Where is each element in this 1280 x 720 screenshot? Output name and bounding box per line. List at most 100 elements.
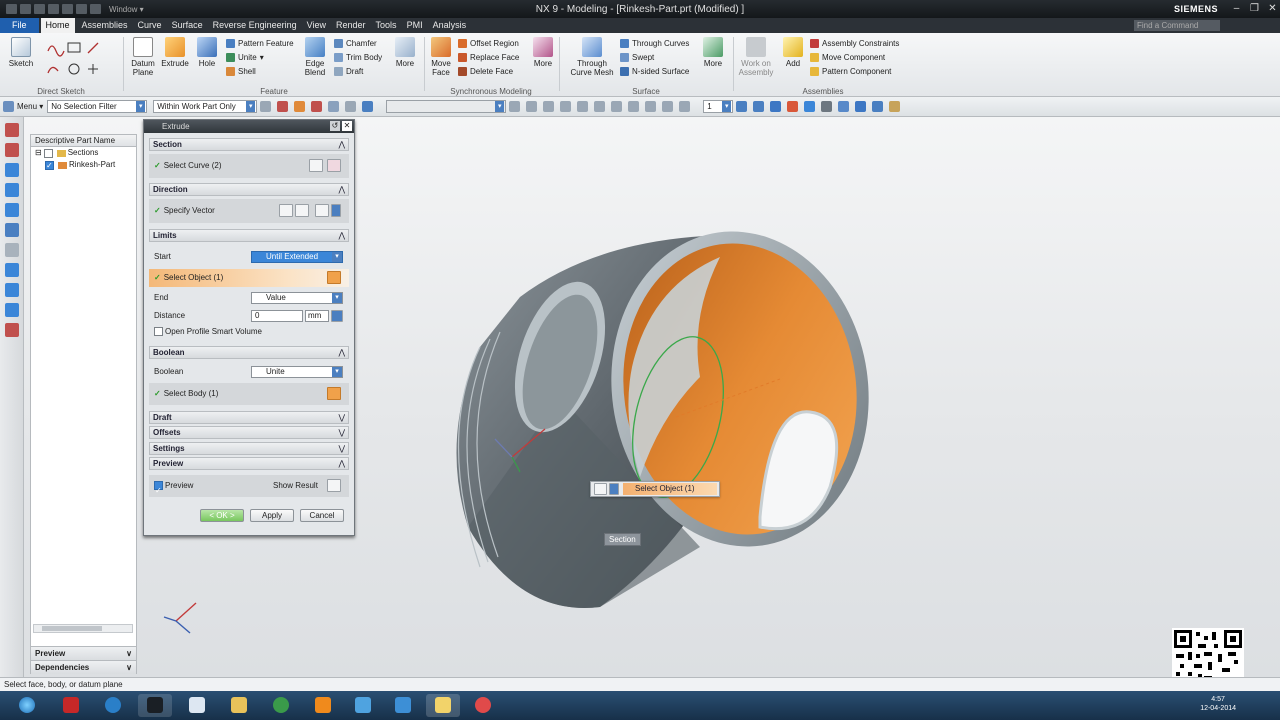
boolean-dropdown[interactable]: Unite ▾ xyxy=(251,366,343,378)
work-layer-icon[interactable] xyxy=(838,101,850,112)
snap-point-icon[interactable] xyxy=(526,101,538,112)
layer-settings-icon[interactable] xyxy=(889,101,901,112)
hole-button[interactable]: Hole xyxy=(192,37,222,68)
assembly-constraints-button[interactable]: Assembly Constraints xyxy=(810,39,899,48)
snap-point-icon[interactable] xyxy=(628,101,640,112)
select-tool-icon[interactable] xyxy=(260,101,272,112)
ok-button[interactable]: < OK > xyxy=(200,509,244,522)
menu-assemblies[interactable]: Assemblies xyxy=(77,18,133,33)
fit-view-icon[interactable] xyxy=(736,101,748,112)
taskbar-app-media[interactable] xyxy=(96,694,130,717)
select-tool-icon[interactable] xyxy=(294,101,306,112)
limits-group-header[interactable]: Limits ⋀ xyxy=(149,229,349,242)
surface-more-button[interactable]: More xyxy=(698,37,728,68)
zoom-icon[interactable] xyxy=(753,101,765,112)
sync-more-button[interactable]: More xyxy=(528,37,558,68)
tree-item-sections[interactable]: ⊟ Sections xyxy=(31,147,136,159)
select-tool-icon[interactable] xyxy=(328,101,340,112)
select-tool-icon[interactable] xyxy=(362,101,374,112)
pattern-feature-button[interactable]: Pattern Feature xyxy=(226,39,294,48)
snap-point-icon[interactable] xyxy=(679,101,691,112)
sketch-section-icon[interactable] xyxy=(327,159,341,172)
offsets-group-header[interactable]: Offsets ⋁ xyxy=(149,426,349,439)
snap-value-dropdown[interactable]: 1 xyxy=(703,100,734,113)
taskbar-app-folder[interactable] xyxy=(426,694,460,717)
start-dropdown[interactable]: Until Extended ▾ xyxy=(251,251,343,263)
select-tool-icon[interactable] xyxy=(311,101,323,112)
open-profile-row[interactable]: Open Profile Smart Volume xyxy=(149,324,349,340)
menu-analysis[interactable]: Analysis xyxy=(428,18,472,33)
menu-home[interactable]: Home xyxy=(40,18,75,33)
process-studio-icon[interactable] xyxy=(4,263,19,277)
taskbar-app-vlc[interactable] xyxy=(306,694,340,717)
select-tool-icon[interactable] xyxy=(277,101,289,112)
selection-intent-icon[interactable] xyxy=(594,483,607,495)
distance-options-icon[interactable] xyxy=(331,310,343,322)
minimize-icon[interactable]: – xyxy=(1229,2,1244,16)
wcs-icon[interactable] xyxy=(872,101,884,112)
preview-checkbox[interactable] xyxy=(154,480,163,502)
distance-input[interactable]: 0 xyxy=(251,310,303,322)
menu-view[interactable]: View xyxy=(302,18,331,33)
close-icon[interactable]: ✕ xyxy=(1265,2,1280,16)
apply-button[interactable]: Apply xyxy=(250,509,294,522)
move-face-button[interactable]: Move Face xyxy=(426,37,456,77)
sketch-button[interactable]: Sketch xyxy=(6,37,36,68)
close-icon[interactable]: ✕ xyxy=(342,121,352,131)
pan-icon[interactable] xyxy=(787,101,799,112)
float-select-object[interactable]: Select Object (1) xyxy=(623,483,717,495)
select-tool-icon[interactable] xyxy=(345,101,357,112)
snap-point-icon[interactable] xyxy=(560,101,572,112)
tree-item-part[interactable]: Rinkesh-Part xyxy=(31,159,136,172)
selection-filter-dropdown[interactable]: No Selection Filter xyxy=(47,100,148,113)
checkbox-icon[interactable] xyxy=(45,160,54,172)
taskbar-app-download[interactable] xyxy=(264,694,298,717)
dialog-title-bar[interactable]: Extrude ↺ ✕ xyxy=(144,120,354,133)
roles-icon[interactable] xyxy=(4,303,19,317)
through-curve-mesh-button[interactable]: Through Curve Mesh xyxy=(566,37,618,77)
reverse-direction-icon[interactable] xyxy=(279,204,293,217)
menu-button[interactable]: Menu ▾ xyxy=(17,102,43,111)
preview-group-header[interactable]: Preview ⋀ xyxy=(149,457,349,470)
manufacturing-wizards-icon[interactable] xyxy=(4,283,19,297)
horizontal-scrollbar[interactable] xyxy=(33,624,133,633)
history-icon[interactable] xyxy=(4,223,19,237)
render-style-icon[interactable] xyxy=(804,101,816,112)
swept-button[interactable]: Swept xyxy=(620,53,654,62)
datum-plane-button[interactable]: Datum Plane xyxy=(128,37,158,77)
window-menu[interactable]: Window ▾ xyxy=(109,5,144,14)
snap-point-icon[interactable] xyxy=(645,101,657,112)
menu-reverse-engineering[interactable]: Reverse Engineering xyxy=(208,18,302,33)
checkbox-icon[interactable] xyxy=(43,148,53,158)
taskbar-app-explorer[interactable] xyxy=(222,694,256,717)
end-dropdown[interactable]: Value ▾ xyxy=(251,292,343,304)
taskbar-app-notepad[interactable] xyxy=(180,694,214,717)
section-group-header[interactable]: Section ⋀ xyxy=(149,138,349,151)
select-object-icon[interactable] xyxy=(327,271,341,284)
menu-curve[interactable]: Curve xyxy=(133,18,167,33)
reset-icon[interactable]: ↺ xyxy=(330,121,340,131)
vector-dropdown-icon[interactable] xyxy=(331,204,341,217)
assembly-navigator-icon[interactable] xyxy=(4,123,19,137)
snap-point-icon[interactable] xyxy=(577,101,589,112)
taskbar-app-camtasia[interactable] xyxy=(346,694,380,717)
unite-button[interactable]: Unite ▾ xyxy=(226,53,264,62)
menu-pmi[interactable]: PMI xyxy=(402,18,428,33)
menu-tools[interactable]: Tools xyxy=(371,18,402,33)
direction-group-header[interactable]: Direction ⋀ xyxy=(149,183,349,196)
select-body-icon[interactable] xyxy=(327,387,341,400)
quick-access-toolbar[interactable] xyxy=(6,4,101,14)
selection-scope-dropdown[interactable]: Within Work Part Only xyxy=(153,100,258,113)
menu-render[interactable]: Render xyxy=(331,18,371,33)
chamfer-button[interactable]: Chamfer xyxy=(334,39,377,48)
select-curve-row[interactable]: ✓ Select Curve (2) xyxy=(149,154,349,178)
select-body-row[interactable]: ✓ Select Body (1) xyxy=(149,383,349,405)
move-component-button[interactable]: Move Component xyxy=(810,53,885,62)
open-profile-checkbox[interactable] xyxy=(154,327,163,337)
menu-file[interactable]: File xyxy=(0,18,39,33)
reuse-library-icon[interactable] xyxy=(4,183,19,197)
curve-rule-icon[interactable] xyxy=(309,159,323,172)
draft-group-header[interactable]: Draft ⋁ xyxy=(149,411,349,424)
dependencies-panel-header[interactable]: Dependencies ∨ xyxy=(31,660,136,674)
command-finder-input[interactable]: Find a Command xyxy=(1134,20,1220,31)
